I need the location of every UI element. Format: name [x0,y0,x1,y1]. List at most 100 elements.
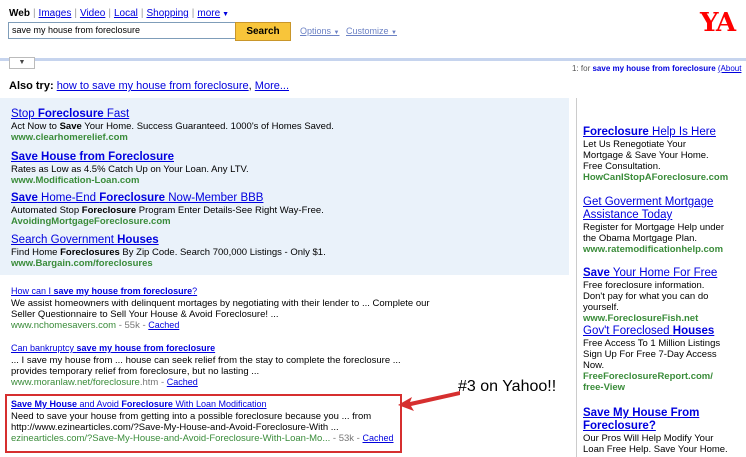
ad-title-text[interactable]: Now-Member BBB [165,192,263,204]
sponsored-ad: Save Home-End Foreclosure Now-Member BBB… [11,192,324,227]
ad-url[interactable]: AvoidingMortgageForeclosure.com [11,216,324,227]
result-title-text[interactable]: Can bankruptcy [11,343,77,353]
right-ad: Save My House From Foreclosure? Our Pros… [583,407,728,455]
right-ad-title-text[interactable]: Gov't Foreclosed [583,325,673,337]
column-divider [576,98,577,457]
result-title[interactable]: Can bankruptcy save my house from forecl… [11,342,401,355]
result-count-prefix: 1 [572,64,577,73]
result-url[interactable]: www.moranlaw.net/foreclosure [11,377,140,388]
result-title-bold[interactable]: save my house from foreclosure [77,343,216,353]
right-ad-title-bold[interactable]: Foreclosure [583,126,649,138]
right-ad-title[interactable]: Foreclosure Help Is Here [583,126,728,139]
result-count-about[interactable]: (About [718,64,742,73]
also-try-label: Also try: [9,80,54,92]
right-ad-title-text[interactable]: Your Home For Free [610,267,717,279]
chevron-down-icon: ▼ [220,11,230,18]
result-title-bold[interactable]: save my house from foreclosure [54,286,193,296]
right-ad-title-text[interactable]: Help Is Here [649,126,716,138]
cached-link[interactable]: Cached [148,320,179,330]
result-snippet: We assist homeowners with delinquent mor… [11,298,430,309]
search-tabs: Web | Images | Video | Local | Shopping | more ▼ [9,8,229,19]
tab-video[interactable]: Video [80,8,105,19]
also-try: Also try: how to save my house from fore… [9,80,290,92]
ad-desc: Automated Stop Foreclosure Program Enter… [11,205,324,216]
result-title[interactable]: How can I save my house from foreclosure… [11,285,430,298]
tab-web[interactable]: Web [9,8,30,19]
ad-title-text[interactable]: Stop [11,108,38,120]
also-try-link[interactable]: how to save my house from foreclosure [57,80,249,92]
tab-local[interactable]: Local [114,8,138,19]
sponsored-ad: Save House from Foreclosure Rates as Low… [11,151,249,186]
right-ad-url[interactable]: www.ratemodificationhelp.com [583,244,728,255]
right-ad-desc: Our Pros Will Help Modify Your Loan Free… [583,433,728,455]
ad-title-text[interactable]: Fast [104,108,129,120]
also-try-more[interactable]: More... [255,80,289,92]
ad-url[interactable]: www.Modification-Loan.com [11,175,249,186]
right-ad-title-bold[interactable]: Save My House From Foreclosure? [583,407,699,432]
ad-url[interactable]: www.clearhomerelief.com [11,132,334,143]
ad-desc-text: Your Home. Success Guaranteed. 1000's of… [81,121,334,132]
result-snippet: ... I save my house from ... house can s… [11,355,401,366]
tab-separator: | [140,8,144,19]
right-ad-title[interactable]: Get Goverment Mortgage Assistance Today [583,196,728,222]
right-ad-title[interactable]: Save My House From Foreclosure? [583,407,728,433]
ad-desc-text: Automated Stop [11,205,82,216]
chevron-down-icon: ▼ [391,30,397,36]
right-ad: Save Your Home For Free Free foreclosure… [583,267,728,324]
ad-title[interactable]: Save House from Foreclosure [11,151,249,164]
ad-desc-text: By Zip Code. Search 700,000 Listings - O… [119,247,326,258]
tab-shopping[interactable]: Shopping [146,8,188,19]
ad-title-bold[interactable]: Foreclosure [99,192,165,204]
right-ad-desc: Register for Mortgage Help under the Oba… [583,222,724,244]
ad-title[interactable]: Stop Foreclosure Fast [11,108,334,121]
ad-title-text[interactable]: Home-End [38,192,99,204]
ad-title[interactable]: Save Home-End Foreclosure Now-Member BBB [11,192,324,205]
ad-desc: Act Now to Save Your Home. Success Guara… [11,121,334,132]
right-ad-title-bold[interactable]: Save [583,267,610,279]
tab-separator: | [32,8,36,19]
tab-more[interactable]: more [197,8,220,19]
right-ad-title-bold[interactable]: Houses [673,325,715,337]
options-link[interactable]: Options ▼ [300,26,340,36]
right-ad-title[interactable]: Save Your Home For Free [583,267,728,280]
ad-url[interactable]: www.Bargain.com/foreclosures [11,258,326,269]
right-ad-url[interactable]: www.ForeclosureFish.net [583,313,728,324]
tab-separator: | [74,8,77,19]
result-meta: www.nchomesavers.com - 55k - Cached [11,320,180,331]
right-ad-url[interactable]: HowCanIStopAForeclosure.com [583,172,728,183]
result-title-text[interactable]: How can I [11,286,54,296]
ad-title-bold[interactable]: Save House from Foreclosure [11,151,174,163]
customize-link[interactable]: Customize ▼ [346,26,397,36]
cached-link[interactable]: Cached [167,377,198,387]
ad-title-bold[interactable]: Houses [117,234,159,246]
chevron-down-icon[interactable]: ▼ [9,57,35,69]
search-button[interactable]: Search [235,22,291,41]
ad-desc-text: Program Enter Details-See Right Way-Free… [136,205,324,216]
right-ad-desc: Free foreclosure information. Don't pay … [583,280,709,313]
result-count: 1: for save my house from foreclosure (A… [572,64,742,73]
search-input[interactable]: save my house from foreclosure [8,22,237,39]
search-result: How can I save my house from foreclosure… [11,285,430,331]
result-title-text[interactable]: ? [192,286,197,296]
tab-separator: | [191,8,195,19]
ad-title-bold[interactable]: Foreclosure [38,108,104,120]
result-url[interactable]: www.nchomesavers.com [11,320,116,331]
result-count-query: save my house from foreclosure [592,64,716,73]
header-divider [0,58,746,61]
right-ad: Gov't Foreclosed Houses Free Access To 1… [583,325,728,393]
ad-title-bold[interactable]: Save [11,192,38,204]
ad-title[interactable]: Search Government Houses [11,234,326,247]
result-url-ext: .htm [139,377,159,388]
result-snippet: provides temporary relief from foreclosu… [11,366,260,377]
search-result: Can bankruptcy save my house from forecl… [11,342,401,388]
tab-images[interactable]: Images [39,8,72,19]
right-ad-url[interactable]: free-View [583,382,728,393]
ad-desc-bold: Foreclosures [60,247,120,258]
chevron-down-icon: ▼ [333,30,340,36]
ad-desc-bold: Foreclosure [81,205,137,216]
ad-title-text[interactable]: Search Government [11,234,117,246]
ad-desc-bold: Save [59,121,82,132]
right-ad-url[interactable]: FreeForeclosureReport.com/ [583,371,728,382]
right-ad-title[interactable]: Gov't Foreclosed Houses [583,325,728,338]
result-count-mid: for [580,64,591,73]
